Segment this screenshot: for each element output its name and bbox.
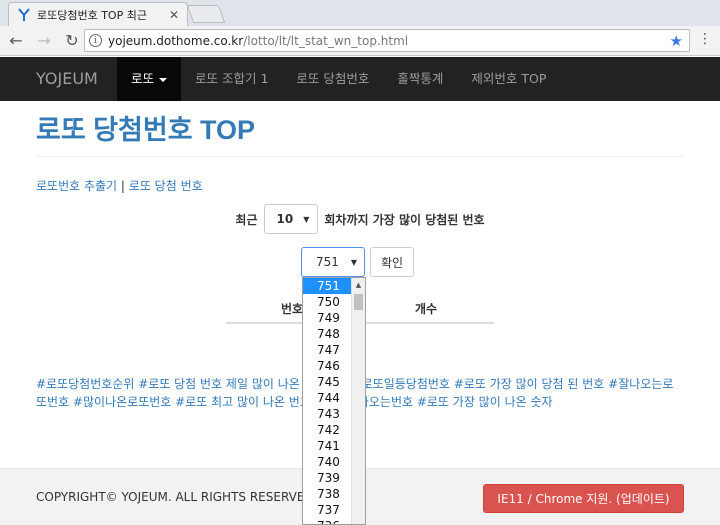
dropdown-option[interactable]: 746 [303,358,352,374]
recent-count-select[interactable]: 10 ▼ [263,204,319,234]
dropdown-option[interactable]: 745 [303,374,352,390]
dropdown-option[interactable]: 747 [303,342,352,358]
nav-item-excluded-top[interactable]: 제외번호 TOP [457,57,560,101]
nav-item-combiner[interactable]: 로또 조합기 1 [181,57,282,101]
reload-icon[interactable]: ↻ [60,29,84,53]
dropdown-arrow-icon: ▼ [303,214,310,224]
nav-item-winning-numbers[interactable]: 로또 당첨번호 [282,57,383,101]
dropdown-option[interactable]: 742 [303,422,352,438]
dropdown-option[interactable]: 740 [303,454,352,470]
dropdown-option[interactable]: 738 [303,486,352,502]
caret-down-icon [159,77,168,82]
dropdown-arrow-icon: ▼ [350,257,358,267]
dropdown-option[interactable]: 751 [303,278,352,294]
dropdown-options: 751 750 749 748 747 746 745 744 743 742 741 740 739 7… [303,278,352,524]
round-select[interactable]: 751 ▼ [301,247,365,277]
round-dropdown-list[interactable]: 751 750 749 748 747 746 745 744 743 742 741 740 739 7… [302,277,366,525]
site-navbar: YOJEUM 로또 로또 조합기 1 로또 당첨번호 홀짝통계 제외번호 TOP [0,57,720,101]
dropdown-option[interactable]: 736 [303,518,352,524]
column-header-number: 번호 [281,302,304,316]
link-winning-numbers[interactable]: 로또 당첨 번호 [129,179,203,193]
url-host: yojeum.dothome.co.kr [108,33,244,48]
dropdown-scrollbar[interactable]: ▲ [351,278,365,524]
copyright-text: COPYRIGHT© YOJEUM. ALL RIGHTS RESERVED. [36,490,318,504]
yojeum-favicon-icon [17,7,31,22]
page-title: 로또 당첨번호 TOP [36,115,256,145]
update-button[interactable]: IE11 / Chrome 지원. (업데이트) [483,484,684,513]
nav-item-label: 로또 [131,71,155,86]
dropdown-option[interactable]: 744 [303,390,352,406]
new-tab-button[interactable] [186,5,226,23]
round-value: 751 [316,255,339,269]
dropdown-option[interactable]: 750 [303,294,352,310]
nav-item-lotto-dropdown[interactable]: 로또 [117,57,182,101]
query-suffix: 회차까지 가장 많이 당첨된 번호 [324,212,485,227]
nav-item-odd-even-stats[interactable]: 홀짝통계 [383,57,457,101]
url-path: /lotto/lt/lt_stat_wn_top.html [243,33,409,48]
browser-tab[interactable]: 로또당첨번호 TOP 최근 ✕ [8,2,188,26]
scrollbar-thumb[interactable] [354,294,363,310]
scroll-up-arrow-icon[interactable]: ▲ [352,278,365,292]
recent-count-value: 10 [276,212,294,226]
confirm-button[interactable]: 확인 [370,247,415,277]
dropdown-option[interactable]: 737 [303,502,352,518]
link-separator: | [117,179,129,193]
browser-toolbar: ← → ↻ i yojeum.dothome.co.kr/lotto/lt/lt… [0,26,720,56]
nav-menu: 로또 로또 조합기 1 로또 당첨번호 홀짝통계 제외번호 TOP [117,57,560,101]
query-prefix: 최근 [235,212,258,227]
close-tab-icon[interactable]: ✕ [169,8,179,22]
round-row: 751 ▼ 확인 [301,247,415,277]
brand-logo[interactable]: YOJEUM [36,57,98,101]
query-row: 최근 10 ▼ 회차까지 가장 많이 당첨된 번호 [0,204,720,234]
title-divider [36,156,684,157]
dropdown-option[interactable]: 749 [303,310,352,326]
dropdown-option[interactable]: 741 [303,438,352,454]
dropdown-option[interactable]: 743 [303,406,352,422]
link-number-generator[interactable]: 로또번호 추출기 [36,179,117,193]
bookmark-star-icon[interactable]: ★ [670,32,683,50]
dropdown-option[interactable]: 748 [303,326,352,342]
column-header-count: 개수 [415,302,438,316]
back-arrow-icon[interactable]: ← [4,29,28,53]
breadcrumb-links: 로또번호 추출기 | 로또 당첨 번호 [36,177,203,194]
dropdown-option[interactable]: 739 [303,470,352,486]
forward-arrow-icon[interactable]: → [32,29,56,53]
address-bar[interactable]: i yojeum.dothome.co.kr/lotto/lt/lt_stat_… [84,29,690,52]
browser-menu-icon[interactable]: ⋮ [698,32,712,46]
info-icon[interactable]: i [89,34,102,47]
browser-tab-strip: 로또당첨번호 TOP 최근 ✕ [0,0,720,26]
tab-title: 로또당첨번호 TOP 최근 [37,8,147,22]
